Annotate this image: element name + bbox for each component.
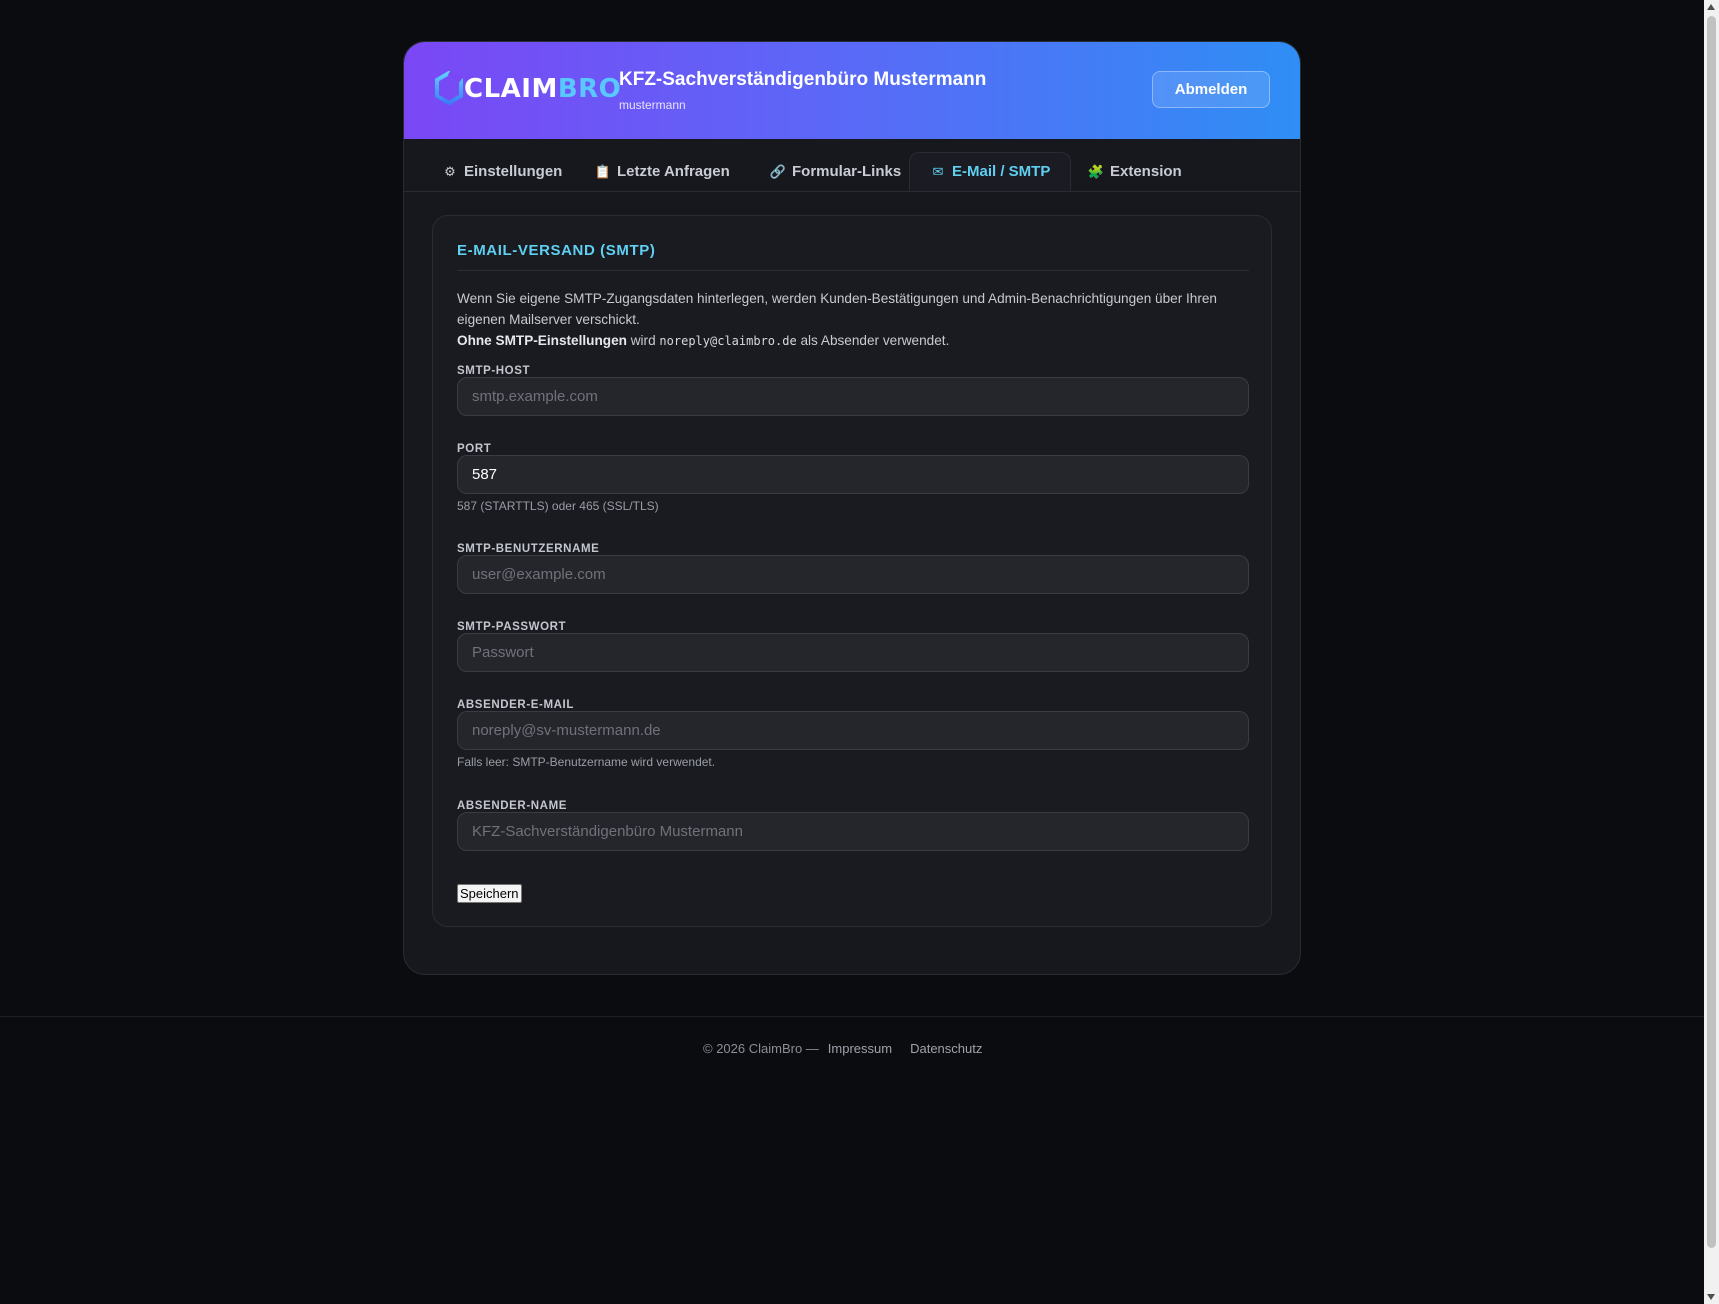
logout-button[interactable]: Abmelden [1152,71,1270,108]
sender-email-input[interactable] [457,711,1249,750]
tab-label: Einstellungen [464,163,563,180]
tab-einstellungen[interactable]: ⚙ Einstellungen [422,152,582,191]
scroll-down-arrow-icon[interactable] [1707,1294,1715,1300]
organization-title: KFZ-Sachverständigenbüro Mustermann [619,69,987,90]
footer: © 2026 ClaimBro — Impressum Datenschutz [0,1016,1704,1056]
scrollbar-thumb[interactable] [1707,16,1716,1248]
tab-extension[interactable]: 🧩 Extension [1068,152,1202,191]
link-icon: 🔗 [769,163,787,179]
smtp-username-label: SMTP-BENUTZERNAME [457,543,600,555]
username-label: mustermann [619,98,686,112]
sender-name-label: ABSENDER-NAME [457,800,568,812]
intro-text: Wenn Sie eigene SMTP-Zugangsdaten hinter… [457,288,1249,352]
intro-line1: Wenn Sie eigene SMTP-Zugangsdaten hinter… [457,291,1217,327]
sender-name-input[interactable] [457,812,1249,851]
smtp-host-label: SMTP-HOST [457,365,531,377]
port-label: PORT [457,443,492,455]
intro-end: als Absender verwendet. [796,333,950,348]
section-title: E-MAIL-VERSAND (SMTP) [457,242,1249,271]
tab-label: E-Mail / SMTP [952,163,1051,180]
tab-letzte-anfragen[interactable]: 📋 Letzte Anfragen [575,152,750,191]
tab-formular-links[interactable]: 🔗 Formular-Links [750,152,921,191]
intro-mid: wird [626,333,660,348]
hexagon-logo-icon [435,70,463,106]
intro-bold: Ohne SMTP-Einstellungen [457,333,627,348]
puzzle-icon: 🧩 [1087,163,1105,179]
footer-links: © 2026 ClaimBro — Impressum Datenschutz [703,1041,982,1056]
save-button[interactable]: Speichern [457,884,522,903]
envelope-icon: ✉ [932,163,944,179]
clipboard-icon: 📋 [594,163,612,179]
default-sender-address: noreply@claimbro.de [659,334,797,348]
smtp-host-input[interactable] [457,377,1249,416]
tab-label: Letzte Anfragen [617,163,730,180]
sender-email-hint: Falls leer: SMTP-Benutzername wird verwe… [457,755,716,769]
tab-bar: ⚙ Einstellungen 📋 Letzte Anfragen 🔗 Form… [404,139,1300,192]
logo-text-bro: BRO [557,74,622,104]
smtp-settings-panel: E-MAIL-VERSAND (SMTP) Wenn Sie eigene SM… [432,215,1272,927]
datenschutz-link[interactable]: Datenschutz [910,1041,982,1056]
smtp-username-input[interactable] [457,555,1249,594]
copyright-text: © 2026 ClaimBro — [703,1041,819,1056]
gear-icon: ⚙ [444,163,456,179]
port-hint: 587 (STARTTLS) oder 465 (SSL/TLS) [457,499,659,513]
tab-label: Extension [1110,163,1182,180]
tab-email-smtp[interactable]: ✉ E-Mail / SMTP [909,152,1072,191]
logo-wordmark: CLAIMBRO [464,76,621,102]
smtp-password-label: SMTP-PASSWORT [457,621,567,633]
sender-email-label: ABSENDER-E-MAIL [457,699,574,711]
port-input[interactable] [457,455,1249,494]
tab-label: Formular-Links [792,163,902,180]
impressum-link[interactable]: Impressum [828,1041,892,1056]
main-card: CLAIMBRO KFZ-Sachverständigenbüro Muster… [403,41,1301,975]
page-scrollbar[interactable] [1704,0,1719,1304]
smtp-password-input[interactable] [457,633,1249,672]
scroll-up-arrow-icon[interactable] [1707,4,1715,10]
header-banner: CLAIMBRO KFZ-Sachverständigenbüro Muster… [404,42,1300,139]
claimbro-logo[interactable]: CLAIMBRO [434,70,621,108]
logo-text-claim: CLAIM [464,74,558,104]
